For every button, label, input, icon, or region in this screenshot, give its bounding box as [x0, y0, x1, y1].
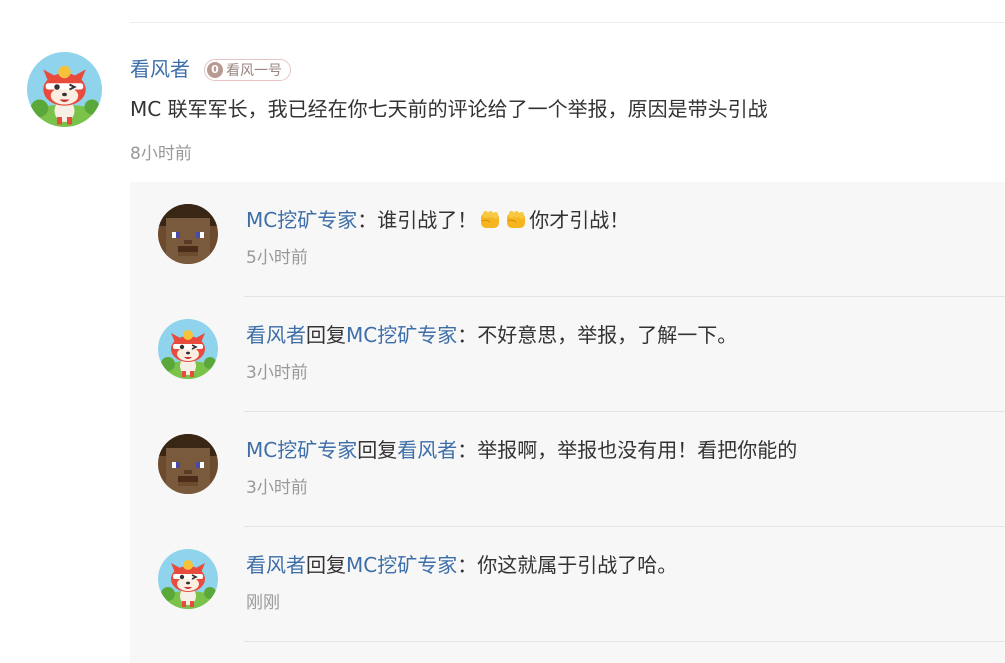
comment-text: MC 联军军长，我已经在你七天前的评论给了一个举报，原因是带头引战	[130, 97, 768, 121]
top-divider	[130, 22, 1005, 23]
fox-avatar-icon	[158, 319, 218, 379]
reply-target[interactable]: 看风者	[397, 438, 457, 462]
reply-target[interactable]: MC挖矿专家	[346, 553, 457, 577]
reply-content: 看风者回复MC挖矿专家：不好意思，举报，了解一下。	[246, 321, 737, 349]
reply-list: MC挖矿专家：谁引战了！ 你才引战！ 5小时前 看风者回复MC挖矿专家：不好意思，…	[130, 182, 1005, 663]
reply-author[interactable]: 看风者	[246, 323, 306, 347]
reply-time: 刚刚	[246, 593, 280, 613]
reply-time: 3小时前	[246, 363, 308, 383]
reply-text: 不好意思，举报，了解一下。	[477, 323, 738, 347]
reply-time: 3小时前	[246, 478, 308, 498]
comment-author[interactable]: 看风者	[130, 55, 190, 83]
fist-emoji-icon	[478, 209, 502, 231]
reply-word: 回复	[357, 438, 398, 462]
reply-content: 看风者回复MC挖矿专家：你这就属于引战了哈。	[246, 551, 677, 579]
fox-avatar-icon	[158, 549, 218, 609]
minecraft-steve-avatar-icon	[158, 204, 218, 264]
level-0-coin-icon: 0	[207, 62, 223, 78]
reply-author[interactable]: MC挖矿专家	[246, 438, 357, 462]
avatar[interactable]	[158, 434, 218, 494]
reply-divider	[244, 296, 1005, 297]
avatar[interactable]	[158, 319, 218, 379]
minecraft-steve-avatar-icon	[158, 434, 218, 494]
reply-author[interactable]: MC挖矿专家	[246, 208, 357, 232]
reply-divider	[244, 526, 1005, 527]
reply-colon: ：	[457, 553, 478, 577]
comment-time: 8小时前	[130, 144, 192, 164]
reply-time: 5小时前	[246, 248, 308, 268]
user-badge[interactable]: 0 看风一号	[204, 59, 291, 81]
reply-colon: ：	[357, 208, 378, 232]
reply-divider	[244, 641, 1005, 642]
avatar[interactable]	[158, 204, 218, 264]
fox-avatar-icon	[27, 52, 102, 127]
reply-colon: ：	[457, 438, 478, 462]
reply-content: MC挖矿专家：谁引战了！ 你才引战！	[246, 206, 629, 234]
reply-author[interactable]: 看风者	[246, 553, 306, 577]
reply-text: 举报啊，举报也没有用！看把你能的	[477, 438, 798, 462]
fist-emoji-icon	[504, 209, 528, 231]
reply-word: 回复	[306, 553, 346, 577]
badge-label: 看风一号	[226, 63, 282, 79]
reply-word: 回复	[306, 323, 346, 347]
reply-text: 你才引战！	[529, 208, 630, 232]
reply-colon: ：	[457, 323, 478, 347]
avatar[interactable]	[158, 549, 218, 609]
reply-text: 你这就属于引战了哈。	[477, 553, 678, 577]
reply-text: 谁引战了！	[377, 208, 478, 232]
reply-divider	[244, 411, 1005, 412]
avatar[interactable]	[27, 52, 102, 127]
reply-content: MC挖矿专家回复看风者：举报啊，举报也没有用！看把你能的	[246, 436, 797, 464]
reply-target[interactable]: MC挖矿专家	[346, 323, 457, 347]
